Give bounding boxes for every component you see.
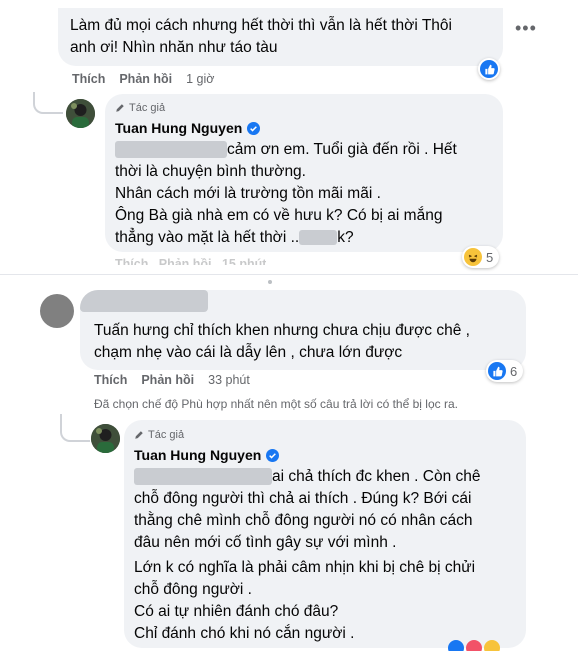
divider-dot <box>268 280 272 284</box>
like-button[interactable]: Thích <box>72 72 105 86</box>
comment-text-line: Tuấn hưng chỉ thích khen nhưng chưa chịu… <box>94 322 470 339</box>
reply-text-line: Ông Bà già nhà em có về hưu k? Có bị ai … <box>115 207 443 224</box>
more-options-icon[interactable]: ••• <box>515 18 537 39</box>
comment-actions-1: Thích Phản hồi 1 giờ <box>72 72 214 86</box>
comment-bubble-2: Tuấn hưng chỉ thích khen nhưng chưa chịu… <box>80 290 526 370</box>
reply-text-line: cảm ơn em. Tuổi già đến rồi . Hết <box>227 141 457 158</box>
reply-actions-1: Thích Phản hồi 15 phút <box>115 257 266 265</box>
reply-text-line: thời là chuyện bình thường. <box>115 163 306 180</box>
haha-icon <box>484 640 500 651</box>
author-name[interactable]: Tuan Hung Nguyen <box>134 447 261 463</box>
reaction-summary[interactable]: 5 <box>462 246 500 268</box>
like-icon <box>448 640 464 651</box>
thread-connector <box>33 92 63 114</box>
like-icon <box>480 60 498 78</box>
reaction-count: 5 <box>486 249 494 265</box>
reply-text-line: Nhân cách mới là trường tồn mãi mãi . <box>115 185 381 202</box>
comment-actions-2: Thích Phản hồi 33 phút <box>94 373 250 387</box>
reply-text-line: chỗ đông người . <box>134 581 252 598</box>
verified-badge-icon <box>247 121 261 135</box>
comment-text-line: anh ơi! Nhìn nhăn như táo tàu <box>70 39 278 56</box>
like-icon <box>488 362 506 380</box>
reaction-summary[interactable] <box>478 58 500 80</box>
redacted-name <box>80 290 208 312</box>
timestamp[interactable]: 33 phút <box>208 373 250 387</box>
reply-text-line: Chỉ đánh chó khi nó cắn người . <box>134 625 355 642</box>
reply-text-line: k? <box>337 229 354 246</box>
reply-bubble-2: Tác giả Tuan Hung Nguyen ai chả thích đc… <box>124 420 526 648</box>
reaction-summary[interactable] <box>448 640 500 651</box>
comment-text-line: Làm đủ mọi cách nhưng hết thời thì vẫn l… <box>70 17 452 34</box>
comment-text-line: chạm nhẹ vào cái là dẫy lên , chưa lớn đ… <box>94 344 403 361</box>
reply-bubble-1: Tác giả Tuan Hung Nguyen cảm ơn em. Tuổi… <box>105 94 503 252</box>
reply-actions-text: Thích Phản hồi 15 phút <box>115 257 267 265</box>
reply-text-line: thẳng vào mặt là hết thời .. <box>115 229 300 246</box>
like-button[interactable]: Thích <box>94 373 127 387</box>
author-badge: Tác giả <box>148 429 185 441</box>
reaction-summary[interactable]: 6 <box>486 360 524 382</box>
author-name[interactable]: Tuan Hung Nguyen <box>115 120 242 136</box>
reply-text-line: Có ai tự nhiên đánh chó đâu? <box>134 603 339 620</box>
reply-text-line: thằng chê mình chỗ đông người nó có nhân… <box>134 512 473 529</box>
pencil-icon <box>116 104 124 112</box>
redacted-word <box>299 230 338 246</box>
redacted-mention <box>134 468 272 486</box>
reply-text-line: ai chả thích đc khen . Còn chê <box>272 468 481 485</box>
reply-text-line: chỗ đông người thì chả ai thích . Đúng k… <box>134 490 472 507</box>
reply-button[interactable]: Phản hồi <box>119 72 172 86</box>
thread-connector <box>60 414 90 442</box>
haha-icon <box>464 248 482 266</box>
haha-icon <box>466 640 482 651</box>
avatar[interactable] <box>66 99 95 128</box>
verified-badge-icon <box>266 448 280 462</box>
divider <box>0 274 578 275</box>
author-badge: Tác giả <box>129 102 166 114</box>
avatar[interactable] <box>91 424 120 453</box>
reply-text-line: Lớn k có nghĩa là phải câm nhịn khi bị c… <box>134 559 476 576</box>
avatar[interactable] <box>40 294 74 328</box>
timestamp[interactable]: 1 giờ <box>186 72 214 86</box>
redacted-mention <box>115 141 227 159</box>
pencil-icon <box>135 431 143 439</box>
comment-bubble-1: Làm đủ mọi cách nhưng hết thời thì vẫn l… <box>58 8 503 66</box>
reply-button[interactable]: Phản hồi <box>141 373 194 387</box>
reply-text-line: đâu nên mới cố tình gây sự với mình . <box>134 534 397 551</box>
filter-notice: Đã chọn chế độ Phù hợp nhất nên một số c… <box>94 397 458 411</box>
reaction-count: 6 <box>510 363 518 379</box>
